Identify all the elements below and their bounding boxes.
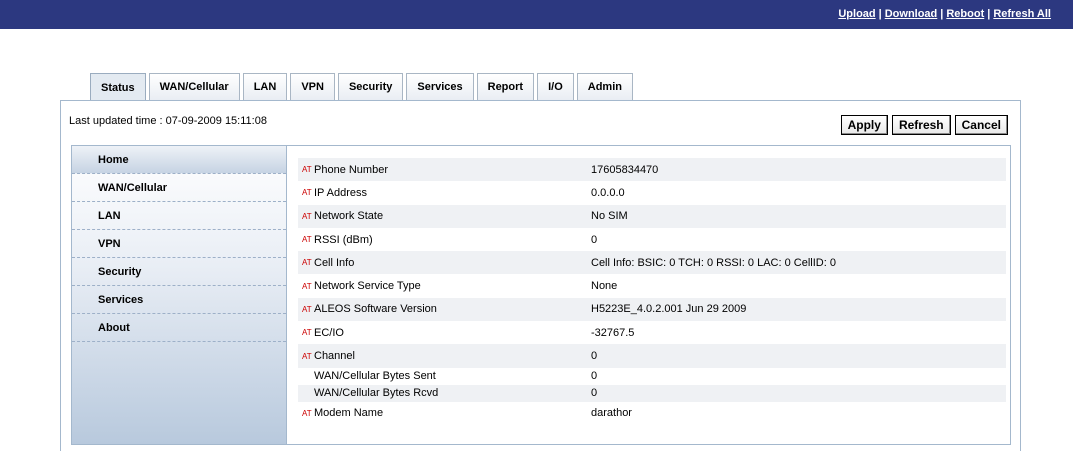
sidebar-item-vpn[interactable]: VPN: [72, 230, 286, 258]
apply-button[interactable]: Apply: [840, 115, 888, 135]
link-separator: |: [940, 8, 944, 20]
at-command-marker: AT: [302, 188, 312, 198]
table-row: AT Network Service Type None: [298, 274, 1006, 297]
row-label: Modem Name: [314, 407, 384, 420]
row-label: Phone Number: [314, 163, 388, 176]
main-tabs: Status WAN/Cellular LAN VPN Security Ser…: [90, 73, 636, 102]
at-command-marker: AT: [302, 235, 312, 245]
row-value: -32767.5: [591, 326, 635, 339]
at-command-marker: AT: [302, 351, 312, 361]
upload-link[interactable]: Upload: [838, 8, 875, 20]
row-value: 0: [591, 350, 598, 363]
at-command-marker: AT: [302, 281, 312, 291]
sidebar-item-about[interactable]: About: [72, 314, 286, 342]
row-label: Channel: [314, 350, 355, 363]
sidebar-item-lan[interactable]: LAN: [72, 202, 286, 230]
row-value: No SIM: [591, 210, 628, 223]
table-row: AT Channel 0: [298, 344, 1006, 368]
row-value: 0: [591, 387, 598, 400]
table-row: AT IP Address 0.0.0.0: [298, 181, 1006, 204]
row-value: 0: [591, 370, 598, 383]
refresh-all-link[interactable]: Refresh All: [993, 8, 1051, 20]
last-updated-time: Last updated time : 07-09-2009 15:11:08: [69, 115, 267, 127]
table-row: AT Phone Number 17605834470: [298, 158, 1006, 182]
row-label: RSSI (dBm): [314, 233, 373, 246]
tab-admin[interactable]: Admin: [576, 73, 633, 100]
sidebar-item-home[interactable]: Home: [72, 146, 286, 174]
at-command-marker: AT: [302, 408, 312, 418]
row-label: Cell Info: [314, 256, 355, 269]
tab-vpn[interactable]: VPN: [290, 73, 335, 100]
action-buttons: Apply Refresh Cancel: [840, 115, 1008, 135]
top-header-bar: Upload | Download | Reboot | Refresh All: [0, 0, 1073, 29]
at-command-marker: AT: [302, 258, 312, 268]
row-label: Network State: [314, 210, 384, 223]
tab-report[interactable]: Report: [476, 73, 535, 100]
row-label: IP Address: [314, 186, 367, 199]
table-row: AT RSSI (dBm) 0: [298, 228, 1006, 251]
table-row: WAN/Cellular Bytes Rcvd 0: [298, 384, 1006, 402]
reboot-link[interactable]: Reboot: [946, 8, 984, 20]
row-label: Network Service Type: [314, 280, 421, 293]
table-row: AT Network State No SIM: [298, 204, 1006, 228]
tab-io[interactable]: I/O: [537, 73, 574, 100]
table-row: AT Modem Name darathor: [298, 402, 1006, 425]
row-label: ALEOS Software Version: [314, 303, 437, 316]
row-value: 0: [591, 233, 598, 246]
tab-security[interactable]: Security: [337, 73, 404, 100]
table-row: WAN/Cellular Bytes Sent 0: [298, 368, 1006, 385]
row-value: Cell Info: BSIC: 0 TCH: 0 RSSI: 0 LAC: 0…: [591, 256, 836, 269]
row-label: EC/IO: [314, 326, 344, 339]
tab-services[interactable]: Services: [406, 73, 474, 100]
tab-status[interactable]: Status: [90, 73, 146, 102]
tab-wan-cellular[interactable]: WAN/Cellular: [148, 73, 240, 100]
status-table: AT Phone Number 17605834470 AT IP Addres…: [298, 158, 1006, 425]
table-row: AT EC/IO -32767.5: [298, 321, 1006, 344]
row-label: WAN/Cellular Bytes Rcvd: [314, 387, 439, 400]
link-separator: |: [878, 8, 882, 20]
table-row: AT ALEOS Software Version H5223E_4.0.2.0…: [298, 297, 1006, 322]
link-separator: |: [987, 8, 991, 20]
row-value: darathor: [591, 407, 632, 420]
sidebar-item-wan-cellular[interactable]: WAN/Cellular: [72, 174, 286, 202]
top-links: Upload | Download | Reboot | Refresh All: [838, 8, 1051, 20]
row-value: H5223E_4.0.2.001 Jun 29 2009: [591, 303, 747, 316]
at-command-marker: AT: [302, 304, 312, 314]
content-frame: Home WAN/Cellular LAN VPN Security Servi…: [71, 145, 1011, 445]
row-value: None: [591, 280, 618, 293]
row-label: WAN/Cellular Bytes Sent: [314, 370, 436, 383]
table-row: AT Cell Info Cell Info: BSIC: 0 TCH: 0 R…: [298, 251, 1006, 275]
status-panel: Last updated time : 07-09-2009 15:11:08 …: [60, 100, 1021, 451]
tab-lan[interactable]: LAN: [242, 73, 288, 100]
download-link[interactable]: Download: [885, 8, 938, 20]
at-command-marker: AT: [302, 211, 312, 221]
row-value: 17605834470: [591, 163, 659, 176]
at-command-marker: AT: [302, 328, 312, 338]
sidebar: Home WAN/Cellular LAN VPN Security Servi…: [72, 146, 287, 444]
sidebar-item-services[interactable]: Services: [72, 286, 286, 314]
row-value: 0.0.0.0: [591, 186, 625, 199]
cancel-button[interactable]: Cancel: [954, 115, 1008, 135]
sidebar-item-security[interactable]: Security: [72, 258, 286, 286]
at-command-marker: AT: [302, 165, 312, 175]
refresh-button[interactable]: Refresh: [891, 115, 951, 135]
